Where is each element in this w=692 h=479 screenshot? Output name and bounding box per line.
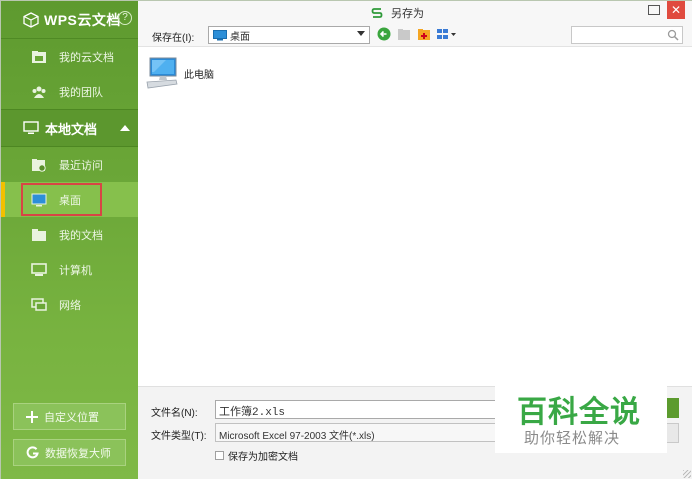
button-label: 数据恢复大师 (45, 447, 111, 460)
location-select[interactable]: 桌面 (208, 26, 370, 44)
this-pc-icon (146, 57, 178, 89)
sidebar: WPS云文档 ? 我的云文档 我的团队 本地文档 最近访问 桌面 我的文档 计算… (1, 1, 138, 479)
brand-title: WPS云文档 (44, 11, 121, 28)
search-input[interactable] (571, 26, 683, 44)
sidebar-item-my-documents[interactable]: 我的文档 (1, 217, 138, 252)
view-menu-icon[interactable] (436, 27, 458, 41)
computer-icon (31, 262, 47, 276)
watermark: 百科全说 助你轻松解决 (495, 381, 667, 453)
save-as-window: WPS云文档 ? 我的云文档 我的团队 本地文档 最近访问 桌面 我的文档 计算… (0, 0, 692, 479)
watermark-subtitle: 助你轻松解决 (524, 430, 621, 447)
up-folder-icon[interactable] (397, 27, 411, 41)
plus-icon (26, 410, 38, 423)
highlight-box (21, 183, 102, 216)
sidebar-item-network[interactable]: 网络 (1, 287, 138, 322)
button-label: 自定义位置 (44, 411, 99, 424)
chevron-down-icon (357, 31, 365, 36)
title-bar: 另存为 ✕ (138, 1, 692, 23)
sidebar-item-label: 最近访问 (59, 159, 103, 172)
sidebar-item-label: 我的云文档 (59, 51, 114, 64)
back-arrow-icon[interactable] (377, 27, 391, 41)
desktop-icon (213, 29, 227, 40)
new-folder-icon[interactable] (417, 27, 431, 41)
custom-location-button[interactable]: 自定义位置 (13, 403, 126, 430)
save-button[interactable] (665, 398, 679, 418)
encrypt-label: 保存为加密文档 (228, 452, 298, 463)
checkbox-box[interactable] (215, 451, 224, 460)
sidebar-item-computer[interactable]: 计算机 (1, 252, 138, 287)
resize-grip-icon[interactable] (683, 470, 691, 478)
encrypt-checkbox[interactable]: 保存为加密文档 (215, 448, 298, 463)
monitor-icon (23, 121, 39, 134)
sidebar-item-label: 网络 (59, 299, 81, 312)
team-icon (32, 86, 46, 98)
sidebar-item-recent[interactable]: 最近访问 (1, 147, 138, 182)
save-in-label: 保存在(I): (152, 33, 195, 44)
local-docs-section[interactable]: 本地文档 (1, 109, 138, 147)
watermark-title: 百科全说 (517, 395, 641, 430)
file-list: 此电脑 (138, 48, 692, 386)
recent-folder-icon (32, 158, 46, 172)
sidebar-item-label: 我的团队 (59, 86, 103, 99)
toolbar: 保存在(I): 桌面 (138, 23, 692, 47)
filename-input[interactable]: 工作簿2.xls (215, 400, 505, 419)
active-indicator (1, 182, 5, 217)
sidebar-item-label: 计算机 (59, 264, 92, 277)
data-recovery-button[interactable]: 数据恢复大师 (13, 439, 126, 466)
cloud-nav: 我的云文档 我的团队 (1, 39, 138, 109)
local-nav: 最近访问 桌面 我的文档 计算机 网络 (1, 147, 138, 322)
sidebar-item-my-team[interactable]: 我的团队 (1, 74, 138, 109)
cloud-cube-icon (23, 11, 39, 28)
wps-cloud-brand[interactable]: WPS云文档 ? (1, 1, 138, 39)
wps-s-logo-icon (371, 8, 383, 18)
section-title: 本地文档 (45, 121, 98, 137)
folder-icon (32, 228, 46, 241)
dialog-title: 另存为 (371, 5, 424, 21)
maximize-button[interactable] (648, 5, 660, 15)
cancel-button[interactable] (665, 423, 679, 443)
cloud-doc-icon (32, 50, 46, 63)
sidebar-item-desktop[interactable]: 桌面 (1, 182, 138, 217)
collapse-caret-icon[interactable] (120, 125, 130, 131)
filetype-label: 文件类型(T): (151, 431, 207, 442)
filename-label: 文件名(N): (151, 408, 198, 419)
list-item[interactable]: 此电脑 (146, 56, 214, 90)
sidebar-item-label: 我的文档 (59, 229, 103, 242)
close-button[interactable]: ✕ (667, 1, 685, 19)
file-label: 此电脑 (184, 69, 214, 81)
sidebar-item-my-cloud-docs[interactable]: 我的云文档 (1, 39, 138, 74)
help-icon[interactable]: ? (118, 11, 132, 25)
title-text: 另存为 (391, 8, 424, 20)
search-icon (667, 29, 679, 41)
network-icon (31, 297, 47, 311)
filetype-select[interactable]: Microsoft Excel 97-2003 文件(*.xls) (215, 423, 505, 442)
recovery-g-icon (26, 446, 39, 459)
location-value: 桌面 (230, 31, 250, 43)
